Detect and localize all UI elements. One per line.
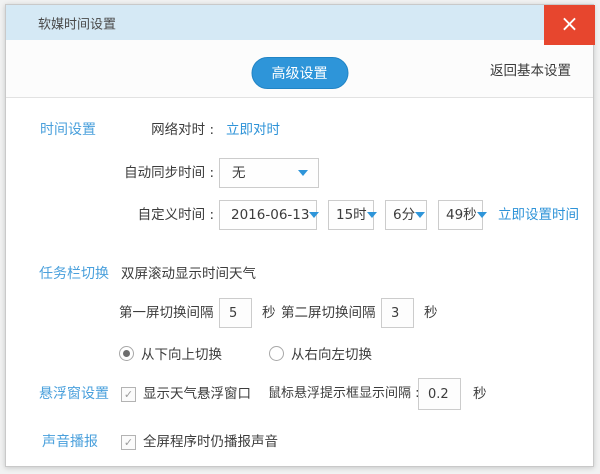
row-switch-direction: 从下向上切换 从右向左切换 <box>6 343 593 360</box>
tooltip-interval-unit: 秒 <box>473 378 487 410</box>
radio-bottom-up[interactable] <box>119 346 134 361</box>
radio-option-right-left[interactable]: 从右向左切换 <box>269 343 372 363</box>
chevron-down-icon <box>477 212 487 218</box>
radio-right-left-label: 从右向左切换 <box>291 343 372 363</box>
hour-value: 15时 <box>336 200 367 230</box>
chevron-down-icon <box>309 212 319 218</box>
window-title: 软媒时间设置 <box>38 13 116 32</box>
network-sync-label: 网络对时 : <box>6 120 214 140</box>
second-interval-input[interactable] <box>381 298 414 328</box>
sync-now-link[interactable]: 立即对时 <box>226 120 280 140</box>
auto-sync-label: 自动同步时间 : <box>6 158 214 188</box>
titlebar: 软媒时间设置 <box>6 5 593 40</box>
fullscreen-sound-checkbox[interactable]: ✓ <box>121 435 136 450</box>
fullscreen-sound-option[interactable]: ✓ 全屏程序时仍播报声音 <box>121 432 278 452</box>
chevron-down-icon <box>367 212 377 218</box>
date-dropdown[interactable]: 2016-06-13 <box>219 200 317 230</box>
second-value: 49秒 <box>446 200 477 230</box>
dual-screen-label: 双屏滚动显示时间天气 <box>121 264 256 284</box>
radio-bottom-up-label: 从下向上切换 <box>141 343 222 363</box>
tooltip-interval-input[interactable] <box>418 378 461 410</box>
section-label-floating: 悬浮窗设置 <box>39 378 109 410</box>
chevron-down-icon <box>298 170 308 176</box>
fullscreen-sound-label: 全屏程序时仍播报声音 <box>143 432 278 452</box>
row-taskbar-header: 任务栏切换 双屏滚动显示时间天气 <box>6 264 593 284</box>
time-settings-dialog: 软媒时间设置 × 高级设置 返回基本设置 时间设置 网络对时 : 立即对时 自动… <box>5 4 594 467</box>
minute-value: 6分 <box>393 200 415 230</box>
close-button[interactable]: × <box>544 5 595 45</box>
first-interval-unit: 秒 <box>262 298 276 328</box>
row-auto-sync: 自动同步时间 : 无 <box>6 158 593 188</box>
settings-content: 时间设置 网络对时 : 立即对时 自动同步时间 : 无 自定义时间 : 2016… <box>6 98 593 466</box>
date-value: 2016-06-13 <box>231 200 309 230</box>
hour-dropdown[interactable]: 15时 <box>328 200 374 230</box>
minute-dropdown[interactable]: 6分 <box>385 200 427 230</box>
close-icon: × <box>560 14 578 36</box>
check-icon: ✓ <box>124 389 133 400</box>
second-dropdown[interactable]: 49秒 <box>438 200 483 230</box>
radio-option-bottom-up[interactable]: 从下向上切换 <box>119 343 222 363</box>
row-floating-window: 悬浮窗设置 ✓ 显示天气悬浮窗口 鼠标悬浮提示框显示间隔 : 秒 <box>6 378 593 410</box>
second-interval-unit: 秒 <box>424 298 438 328</box>
show-weather-option[interactable]: ✓ 显示天气悬浮窗口 <box>121 378 251 410</box>
first-interval-input[interactable] <box>219 298 252 328</box>
advanced-settings-button[interactable]: 高级设置 <box>251 57 348 89</box>
second-interval-label: 第二屏切换间隔 <box>281 298 376 328</box>
section-label-taskbar: 任务栏切换 <box>39 264 109 284</box>
auto-sync-dropdown[interactable]: 无 <box>219 158 319 188</box>
check-icon: ✓ <box>124 437 133 448</box>
row-custom-time: 自定义时间 : 2016-06-13 15时 6分 49秒 立即设置时间 <box>6 200 593 230</box>
row-network-sync: 时间设置 网络对时 : 立即对时 <box>6 120 593 140</box>
tooltip-interval-label: 鼠标悬浮提示框显示间隔 : <box>268 378 420 410</box>
show-weather-checkbox[interactable]: ✓ <box>121 387 136 402</box>
set-time-now-link[interactable]: 立即设置时间 <box>498 200 579 230</box>
auto-sync-value: 无 <box>232 158 246 188</box>
row-sound: 声音播报 ✓ 全屏程序时仍播报声音 <box>6 432 593 452</box>
show-weather-label: 显示天气悬浮窗口 <box>143 378 251 410</box>
section-label-sound: 声音播报 <box>42 432 98 452</box>
first-interval-label: 第一屏切换间隔 <box>119 298 214 328</box>
chevron-down-icon <box>415 212 425 218</box>
row-intervals: 第一屏切换间隔 秒 第二屏切换间隔 秒 <box>6 298 593 328</box>
back-to-basic-link[interactable]: 返回基本设置 <box>490 59 571 79</box>
radio-right-left[interactable] <box>269 346 284 361</box>
header-bar: 高级设置 返回基本设置 <box>6 40 593 98</box>
custom-time-label: 自定义时间 : <box>6 200 214 230</box>
